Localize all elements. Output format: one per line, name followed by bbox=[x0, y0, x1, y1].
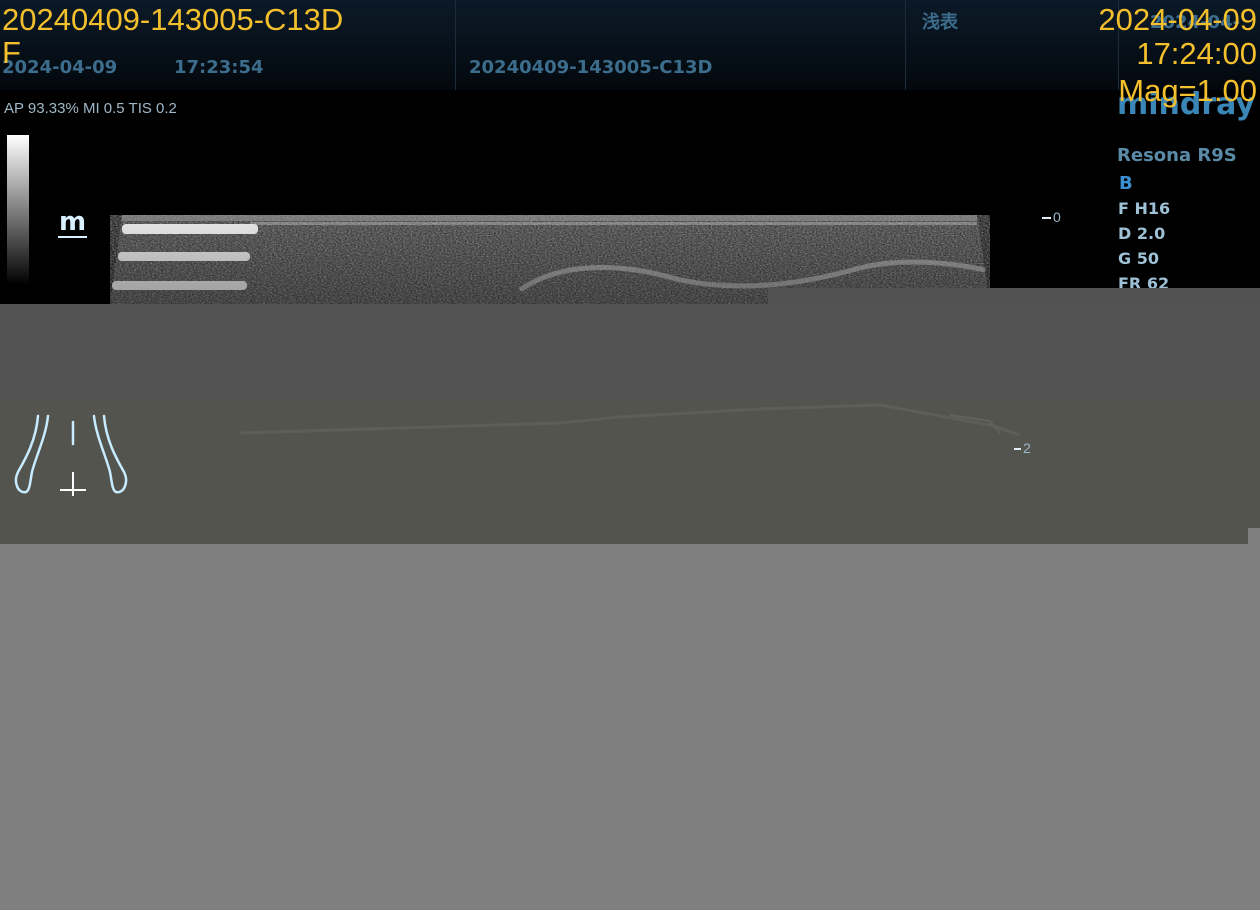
param-frequency: F H16 bbox=[1118, 199, 1171, 218]
faint-image-texture bbox=[239, 403, 1021, 437]
probe-marker-icon bbox=[60, 472, 86, 496]
depth-tick-mark bbox=[1042, 217, 1051, 220]
overlay-date: 2024-04-09 bbox=[1098, 2, 1257, 37]
ultrasound-image bbox=[110, 215, 990, 304]
depth-tick-label: 0 bbox=[1053, 209, 1061, 225]
screenshot-canvas: 2024-04-09 17:23:54 20240409-143005-C13D… bbox=[0, 0, 1260, 910]
overlay-sub-label: F bbox=[2, 35, 21, 70]
lower-body-pictogram-icon bbox=[14, 414, 128, 496]
overlay-filename: 20240409-143005-C13D bbox=[2, 2, 344, 37]
depth-tick-bottom: 2 bbox=[1014, 441, 1031, 455]
param-depth: D 2.0 bbox=[1118, 224, 1166, 243]
body-mark-right-leg bbox=[92, 414, 128, 494]
imaging-mode: B bbox=[1119, 173, 1133, 194]
overlay-band bbox=[1248, 528, 1260, 544]
depth-tick-mark bbox=[1014, 448, 1021, 451]
texture-line bbox=[239, 403, 1021, 437]
device-model: Resona R9S bbox=[1117, 145, 1237, 166]
depth-tick-label: 2 bbox=[1023, 440, 1031, 456]
ultrasound-display: 2024-04-09 17:23:54 20240409-143005-C13D… bbox=[0, 0, 1260, 304]
overlay-time: 17:24:00 bbox=[1136, 36, 1257, 71]
depth-tick-top: 0 bbox=[1042, 210, 1061, 224]
overlay-magnification: Mag=1.00 bbox=[1118, 73, 1257, 108]
body-mark-left-leg bbox=[14, 414, 50, 494]
param-gain: G 50 bbox=[1118, 249, 1159, 268]
